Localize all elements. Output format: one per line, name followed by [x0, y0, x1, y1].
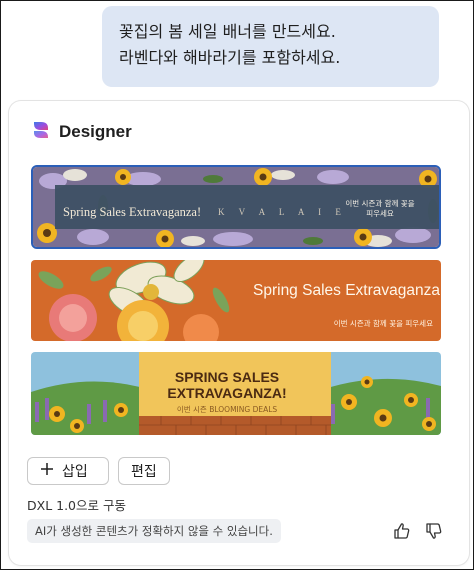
user-message-line-2: 라벤다와 해바라기를 포함하세요.	[119, 48, 341, 67]
banner-1-subtext-line-2: 피우세요	[366, 209, 394, 218]
insert-button-label: 삽입	[62, 464, 88, 480]
banner-1-headline: Spring Sales Extravaganza!	[63, 205, 202, 219]
plus-icon	[40, 462, 54, 480]
edit-button[interactable]: 편집	[118, 457, 170, 485]
designer-logo-icon	[31, 120, 51, 144]
thumbs-down-icon[interactable]	[423, 520, 445, 542]
designer-header: Designer	[31, 120, 132, 144]
banner-3-headline-line-1: SPRING SALES	[174, 369, 280, 385]
banner-3-subtext: 이번 시즌 BLOOMING DEALS	[176, 405, 278, 414]
powered-by-text: DXL 1.0으로 구동	[27, 498, 126, 513]
user-message-line-1: 꽃집의 봄 세일 배너를 만드세요.	[119, 22, 336, 41]
chat-window: 꽃집의 봄 세일 배너를 만드세요. 라벤다와 해바라기를 포함하세요. Des…	[0, 0, 474, 570]
user-message-bubble: 꽃집의 봄 세일 배너를 만드세요. 라벤다와 해바라기를 포함하세요.	[102, 6, 439, 87]
designer-title: Designer	[59, 122, 132, 141]
banner-3-headline-line-2: EXTRAVAGANZA!	[167, 385, 287, 401]
designer-card: Designer Spring Sales Extravaganza! K V …	[9, 101, 469, 565]
banner-1-subtext-line-1: 이번 시즌과 함께 꽃을	[345, 199, 415, 208]
banner-option-2[interactable]: Spring Sales Extravaganza! 이번 시즌과 함께 꽃을 …	[31, 260, 441, 341]
ai-disclaimer-text: AI가 생성한 콘텐츠가 정확하지 않을 수 있습니다.	[35, 524, 273, 538]
banner-3-headline: SPRING SALES EXTRAVAGANZA!	[143, 369, 311, 401]
banner-option-3[interactable]: SPRING SALES EXTRAVAGANZA! 이번 시즌 BLOOMIN…	[31, 352, 441, 435]
insert-button[interactable]: 삽입	[27, 457, 109, 485]
ai-disclaimer: AI가 생성한 콘텐츠가 정확하지 않을 수 있습니다.	[27, 519, 281, 543]
banner-1-brand: K V A L A I E	[218, 207, 347, 217]
edit-button-label: 편집	[131, 464, 157, 480]
banner-option-1[interactable]: Spring Sales Extravaganza! K V A L A I E…	[31, 165, 441, 249]
banner-2-headline: Spring Sales Extravaganza!	[253, 282, 441, 299]
banner-2-subtext: 이번 시즌과 함께 꽃을 피우세요	[333, 319, 433, 328]
thumbs-up-icon[interactable]	[391, 520, 413, 542]
banner-1-subtext: 이번 시즌과 함께 꽃을 피우세요	[345, 199, 415, 219]
